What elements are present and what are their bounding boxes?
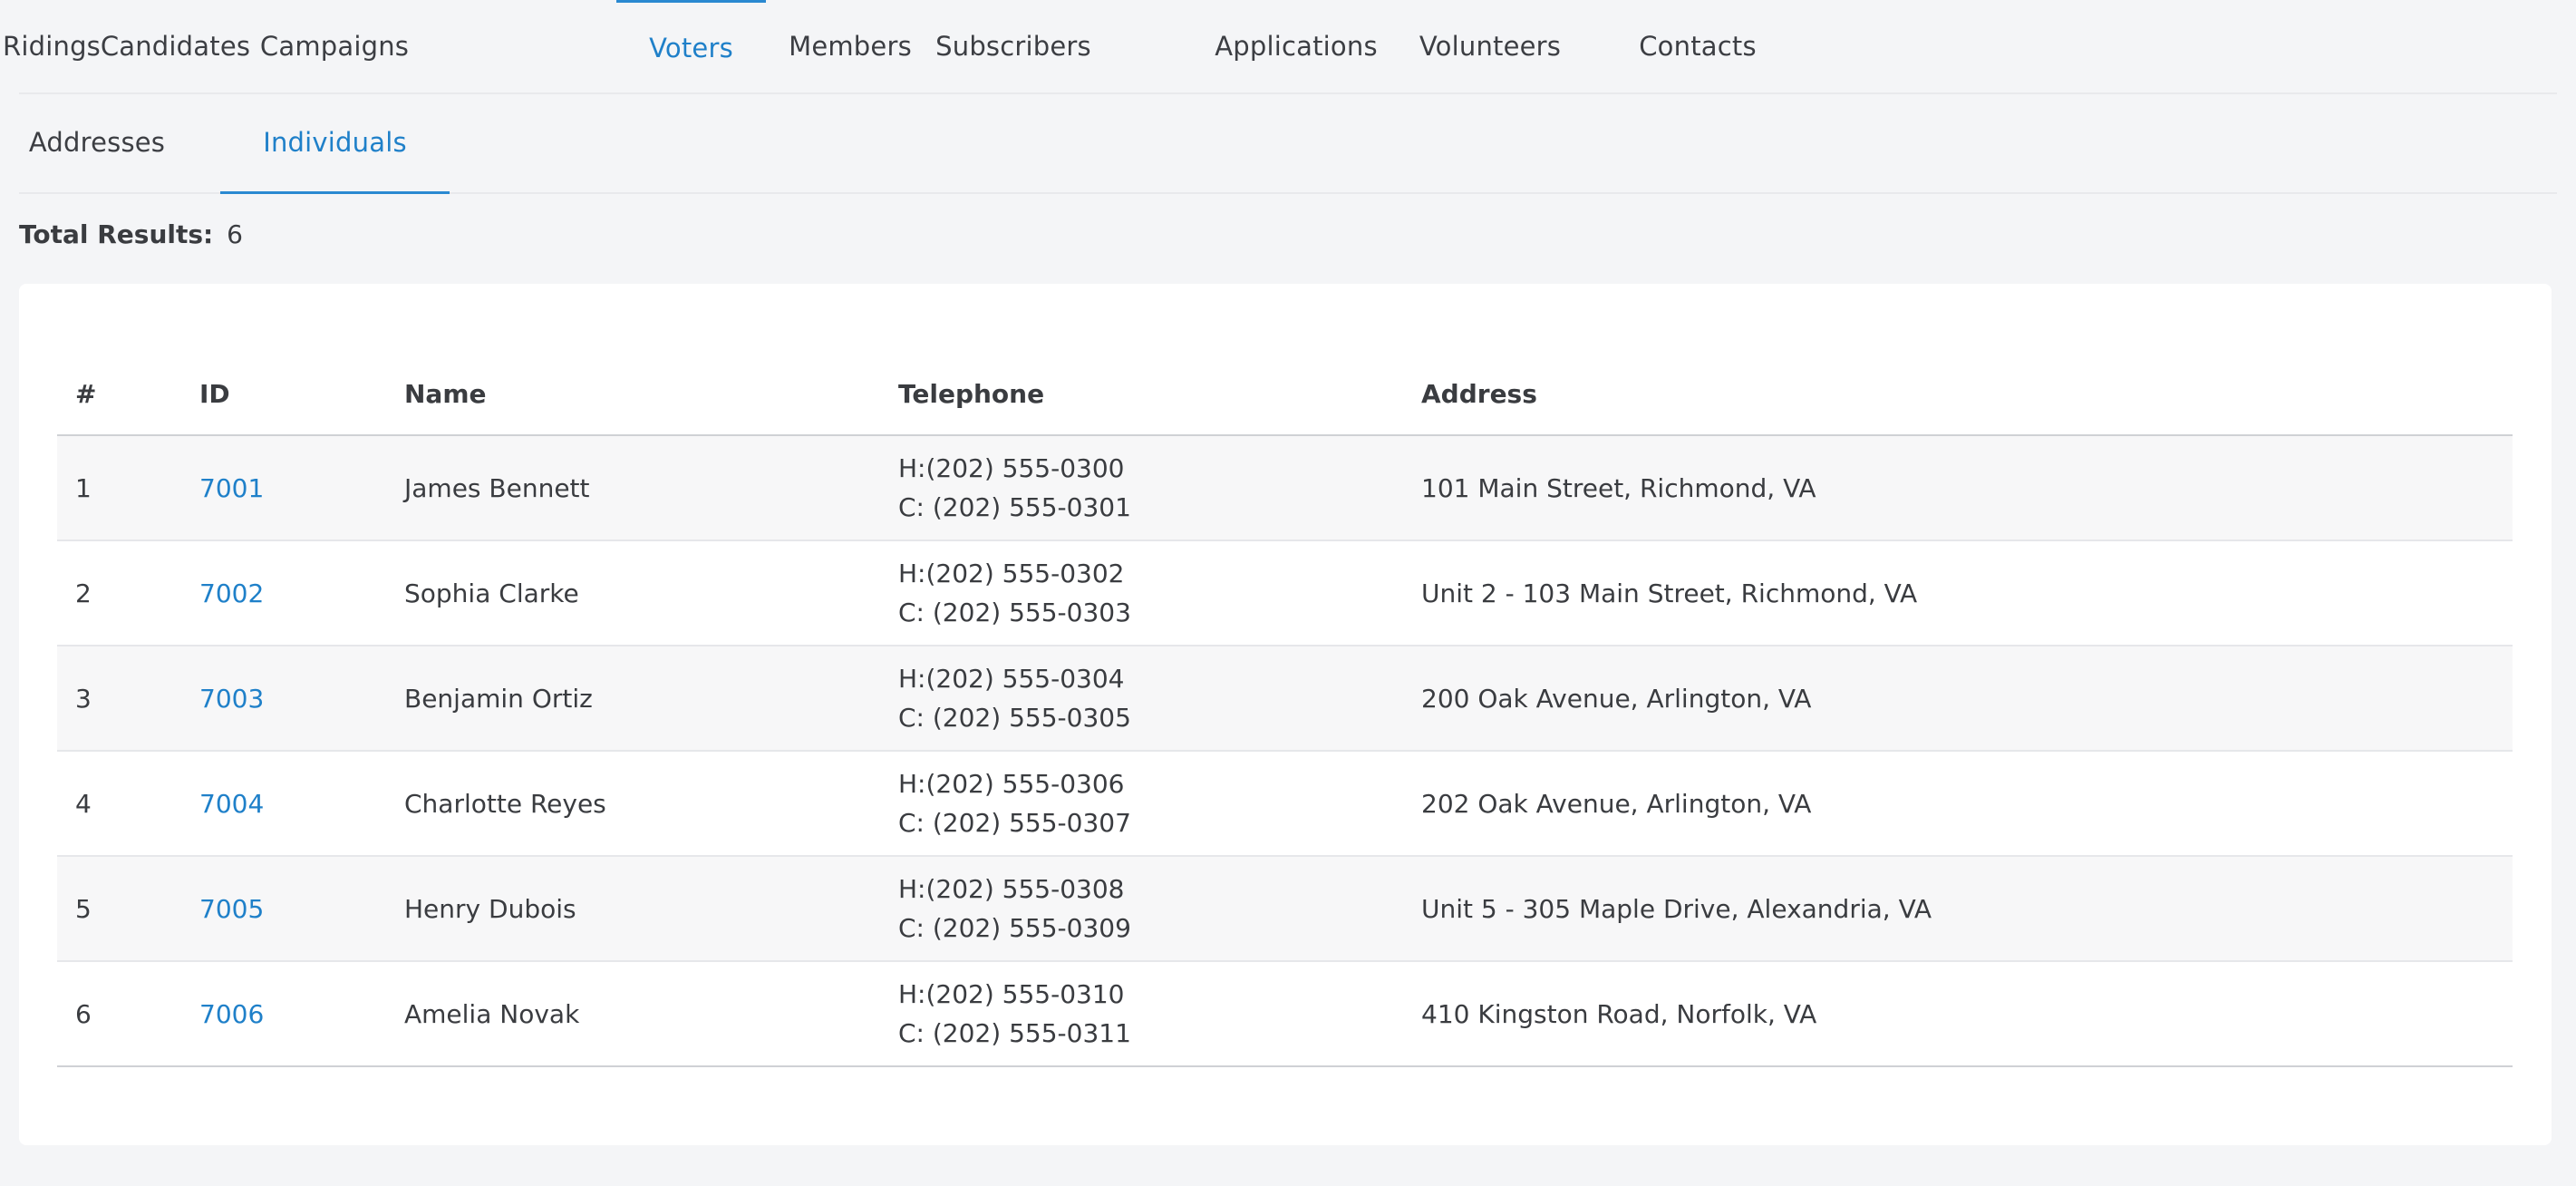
row-telephone: H:(202) 555-0306 C: (202) 555-0307 xyxy=(898,752,1131,855)
table-row: 6 7006 Amelia Novak H:(202) 555-0310 C: … xyxy=(57,962,2513,1067)
row-name: Amelia Novak xyxy=(404,998,580,1029)
column-header-id: ID xyxy=(199,378,230,409)
row-address: Unit 5 - 305 Maple Drive, Alexandria, VA xyxy=(1421,893,1932,924)
cell-phone: C: (202) 555-0309 xyxy=(898,913,1131,943)
tab-individuals[interactable]: Individuals xyxy=(220,92,450,194)
home-phone: H:(202) 555-0302 xyxy=(898,559,1125,588)
individuals-table: # ID Name Telephone Address 1 7001 James… xyxy=(57,353,2513,1067)
row-id-cell: 7005 xyxy=(199,857,264,960)
voter-id-link[interactable]: 7005 xyxy=(199,890,264,928)
table-row: 3 7003 Benjamin Ortiz H:(202) 555-0304 C… xyxy=(57,646,2513,752)
row-telephone: H:(202) 555-0302 C: (202) 555-0303 xyxy=(898,541,1131,645)
cell-phone: C: (202) 555-0305 xyxy=(898,703,1131,733)
voter-id-link[interactable]: 7003 xyxy=(199,679,264,718)
row-number: 3 xyxy=(75,683,92,714)
row-telephone: H:(202) 555-0300 C: (202) 555-0301 xyxy=(898,436,1131,540)
tab-volunteers[interactable]: Volunteers xyxy=(1413,0,1567,92)
primary-tab-bar: Ridings Candidates Campaigns Voters Memb… xyxy=(3,0,2557,94)
row-name: Charlotte Reyes xyxy=(404,788,606,819)
home-phone: H:(202) 555-0306 xyxy=(898,769,1125,799)
row-number: 1 xyxy=(75,472,92,503)
row-telephone: H:(202) 555-0310 C: (202) 555-0311 xyxy=(898,962,1131,1065)
column-header-telephone: Telephone xyxy=(898,378,1045,409)
tab-members[interactable]: Members xyxy=(783,0,917,92)
row-id-cell: 7006 xyxy=(199,962,264,1065)
row-id-cell: 7004 xyxy=(199,752,264,855)
row-name: Benjamin Ortiz xyxy=(404,683,593,714)
home-phone: H:(202) 555-0308 xyxy=(898,874,1125,904)
row-id-cell: 7003 xyxy=(199,646,264,750)
voter-id-link[interactable]: 7002 xyxy=(199,574,264,613)
column-header-address: Address xyxy=(1421,378,1537,409)
cell-phone: C: (202) 555-0301 xyxy=(898,492,1131,522)
voter-id-link[interactable]: 7001 xyxy=(199,469,264,508)
row-id-cell: 7001 xyxy=(199,436,264,540)
row-telephone: H:(202) 555-0308 C: (202) 555-0309 xyxy=(898,857,1131,960)
table-row: 2 7002 Sophia Clarke H:(202) 555-0302 C:… xyxy=(57,541,2513,646)
total-results-value: 6 xyxy=(227,219,243,249)
row-name: Henry Dubois xyxy=(404,893,576,924)
tab-ridings[interactable]: Ridings xyxy=(3,0,101,92)
row-address: 410 Kingston Road, Norfolk, VA xyxy=(1421,998,1817,1029)
table-row: 5 7005 Henry Dubois H:(202) 555-0308 C: … xyxy=(57,857,2513,962)
row-address: 202 Oak Avenue, Arlington, VA xyxy=(1421,788,1812,819)
home-phone: H:(202) 555-0310 xyxy=(898,979,1125,1009)
row-id-cell: 7002 xyxy=(199,541,264,645)
tab-voters[interactable]: Voters xyxy=(616,0,766,92)
cell-phone: C: (202) 555-0311 xyxy=(898,1018,1131,1048)
row-address: 200 Oak Avenue, Arlington, VA xyxy=(1421,683,1812,714)
table-row: 4 7004 Charlotte Reyes H:(202) 555-0306 … xyxy=(57,752,2513,857)
results-card: # ID Name Telephone Address 1 7001 James… xyxy=(19,284,2552,1145)
row-number: 2 xyxy=(75,578,92,608)
row-number: 5 xyxy=(75,893,92,924)
tab-subscribers[interactable]: Subscribers xyxy=(927,0,1099,92)
voters-page: Ridings Candidates Campaigns Voters Memb… xyxy=(0,0,2576,1186)
row-telephone: H:(202) 555-0304 C: (202) 555-0305 xyxy=(898,646,1131,750)
row-name: Sophia Clarke xyxy=(404,578,579,608)
tab-campaigns[interactable]: Campaigns xyxy=(260,0,409,92)
row-address: Unit 2 - 103 Main Street, Richmond, VA xyxy=(1421,578,1918,608)
column-header-num: # xyxy=(75,378,97,409)
row-number: 4 xyxy=(75,788,92,819)
table-header: # ID Name Telephone Address xyxy=(57,353,2513,436)
tab-addresses[interactable]: Addresses xyxy=(19,92,175,192)
voter-id-link[interactable]: 7006 xyxy=(199,995,264,1034)
row-number: 6 xyxy=(75,998,92,1029)
total-results: Total Results: 6 xyxy=(19,219,243,249)
tab-candidates[interactable]: Candidates xyxy=(101,0,250,92)
tab-contacts[interactable]: Contacts xyxy=(1627,0,1768,92)
tab-applications[interactable]: Applications xyxy=(1202,0,1390,92)
table-body: 1 7001 James Bennett H:(202) 555-0300 C:… xyxy=(57,436,2513,1067)
cell-phone: C: (202) 555-0307 xyxy=(898,808,1131,838)
home-phone: H:(202) 555-0300 xyxy=(898,453,1125,483)
cell-phone: C: (202) 555-0303 xyxy=(898,598,1131,627)
column-header-name: Name xyxy=(404,378,487,409)
secondary-tab-bar: Addresses Individuals xyxy=(19,92,2557,194)
table-row: 1 7001 James Bennett H:(202) 555-0300 C:… xyxy=(57,436,2513,541)
row-name: James Bennett xyxy=(404,472,590,503)
total-results-label: Total Results: xyxy=(19,219,214,249)
home-phone: H:(202) 555-0304 xyxy=(898,664,1125,694)
row-address: 101 Main Street, Richmond, VA xyxy=(1421,472,1816,503)
voter-id-link[interactable]: 7004 xyxy=(199,784,264,823)
